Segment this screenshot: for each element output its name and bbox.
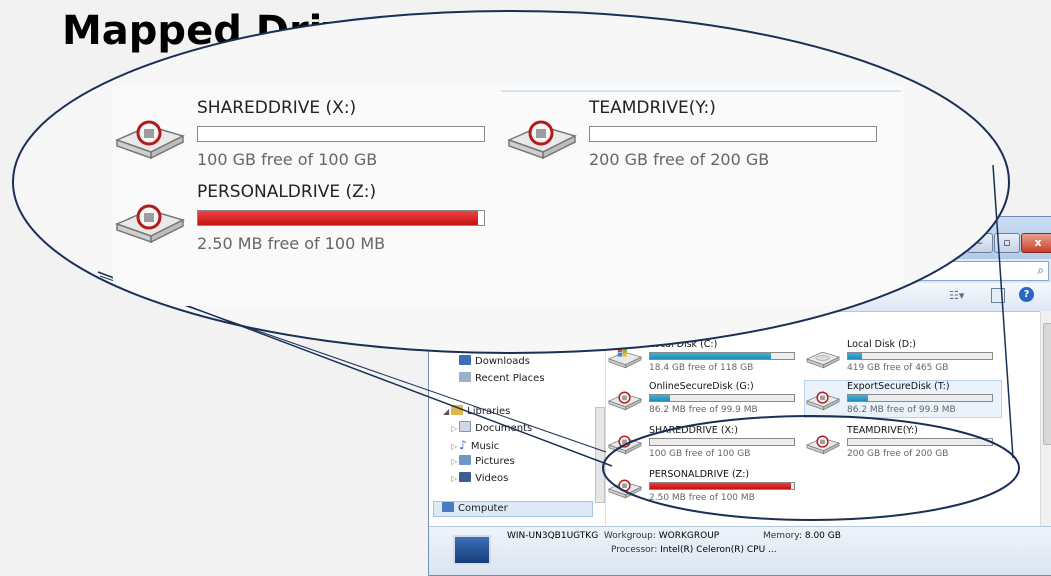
drive-free-space: 200 GB free of 200 GB: [589, 150, 770, 169]
network-drive-icon: [113, 200, 187, 244]
drive-name: PERSONALDRIVE (Z:): [197, 182, 377, 202]
drive-usage-bar: [589, 126, 877, 142]
drive-usage-bar: [197, 210, 485, 226]
drive-free-space: 2.50 MB free of 100 MB: [197, 234, 386, 253]
drive-name: TEAMDRIVE(Y:): [589, 98, 716, 118]
drive-name: SHAREDDRIVE (X:): [197, 98, 357, 118]
drive-usage-fill: [198, 211, 479, 225]
network-drive-icon: [505, 116, 579, 160]
network-drive-icon: [113, 116, 187, 160]
magnified-drive-tile[interactable]: SHAREDDRIVE (X:) 100 GB free of 100 GB: [113, 98, 493, 174]
magnified-drive-tile[interactable]: PERSONALDRIVE (Z:) 2.50 MB free of 100 MB: [113, 182, 493, 258]
magnified-drives: SHAREDDRIVE (X:) 100 GB free of 100 GB TEA…: [113, 86, 903, 306]
drive-usage-bar: [197, 126, 485, 142]
magnified-drive-tile[interactable]: TEAMDRIVE(Y:) 200 GB free of 200 GB: [505, 98, 885, 174]
drive-free-space: 100 GB free of 100 GB: [197, 150, 378, 169]
divider: [501, 90, 901, 92]
